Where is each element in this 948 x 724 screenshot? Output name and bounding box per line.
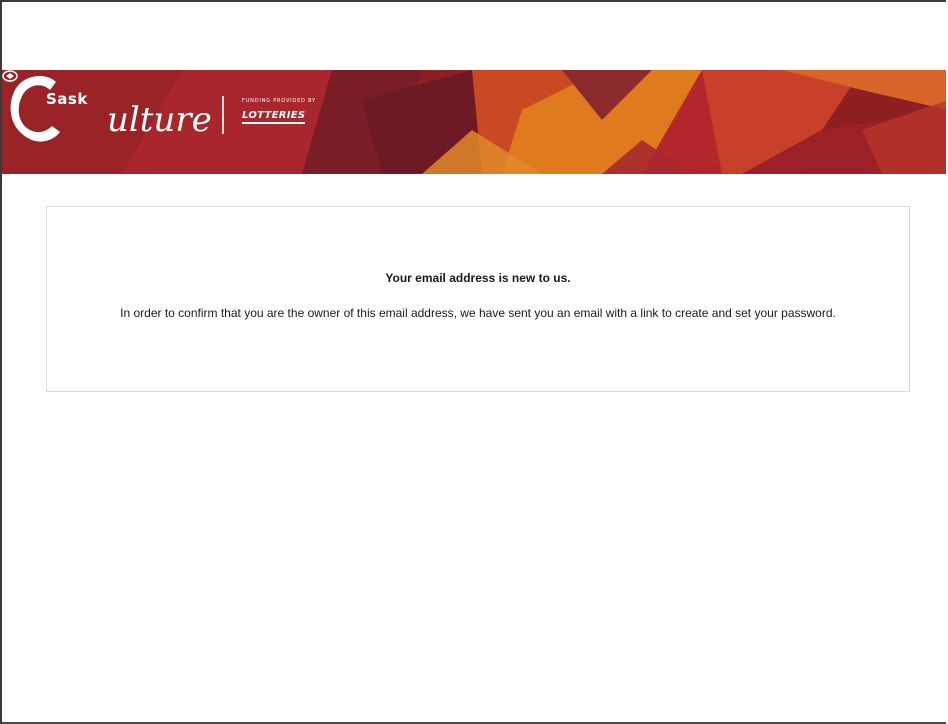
logo-sask-text: Sask <box>46 90 88 108</box>
message-title: Your email address is new to us. <box>385 271 571 285</box>
logo-divider <box>222 96 224 134</box>
confirmation-message-box: Your email address is new to us. In orde… <box>46 206 910 392</box>
page: Sask ulture FUNDING PROVIDED BY LOTTERIE… <box>0 0 946 724</box>
saskculture-logo[interactable]: Sask ulture FUNDING PROVIDED BY LOTTERIE… <box>2 70 342 174</box>
lotteries-logo-text: LOTTERIES <box>242 110 306 124</box>
header-banner: Sask ulture FUNDING PROVIDED BY LOTTERIE… <box>2 70 946 174</box>
message-body: In order to confirm that you are the own… <box>120 306 836 320</box>
logo-culture-text: ulture <box>107 100 212 140</box>
funding-provided-by-text: FUNDING PROVIDED BY <box>242 98 316 104</box>
lotteries-mark-icon <box>2 70 18 82</box>
